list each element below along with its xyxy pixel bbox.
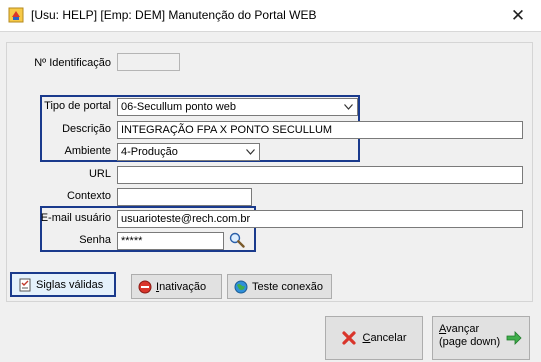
- avancar-text: Avançar (page down): [439, 323, 500, 349]
- email-label: E-mail usuário: [40, 212, 111, 224]
- id-label: Nº Identificação: [34, 57, 111, 69]
- contexto-input[interactable]: [117, 188, 252, 206]
- cancelar-button[interactable]: Cancelar: [325, 316, 423, 360]
- ambiente-value: 4-Produção: [121, 146, 178, 158]
- inativacao-button[interactable]: Inativação: [131, 274, 222, 299]
- url-label: URL: [88, 168, 111, 180]
- chevron-down-icon[interactable]: [340, 99, 357, 115]
- avancar-sublabel: (page down): [439, 336, 501, 348]
- tipo-portal-label: Tipo de portal: [44, 100, 111, 112]
- email-input[interactable]: usuarioteste@rech.com.br: [117, 210, 523, 228]
- id-field: [117, 53, 180, 71]
- avancar-label: Avançar: [439, 323, 500, 336]
- teste-conexao-button[interactable]: Teste conexão: [227, 274, 332, 299]
- search-icon: [229, 232, 245, 248]
- client-area: Nº Identificação Tipo de portal 06-Secul…: [0, 31, 541, 362]
- arrow-right-icon: [506, 331, 522, 345]
- checklist-icon: [19, 278, 31, 291]
- contexto-label: Contexto: [66, 190, 111, 202]
- avancar-button[interactable]: Avançar (page down): [432, 316, 530, 360]
- descricao-label: Descrição: [62, 123, 111, 135]
- descricao-input[interactable]: INTEGRAÇÃO FPA X PONTO SECULLUM: [117, 121, 523, 139]
- avancar-rest: vançar: [446, 323, 480, 335]
- cancel-x-icon: [342, 331, 357, 345]
- close-icon: ✕: [510, 5, 526, 25]
- cancelar-rest: ancelar: [370, 332, 407, 344]
- tipo-portal-combo[interactable]: 06-Secullum ponto web: [117, 98, 358, 116]
- inativacao-rest: nativação: [159, 280, 207, 293]
- senha-label: Senha: [79, 234, 111, 246]
- teste-conexao-label: Teste conexão: [252, 280, 323, 293]
- siglas-validas-label: Siglas válidas: [36, 278, 104, 291]
- ambiente-combo[interactable]: 4-Produção: [117, 143, 260, 161]
- globe-icon: [234, 280, 248, 293]
- url-input[interactable]: [117, 166, 523, 184]
- no-entry-icon: [138, 280, 152, 293]
- inativacao-label: Inativação: [156, 281, 206, 293]
- search-button[interactable]: [227, 231, 247, 249]
- cancelar-label: Cancelar: [362, 332, 406, 344]
- chevron-down-icon[interactable]: [242, 144, 259, 160]
- senha-input[interactable]: *****: [117, 232, 224, 250]
- app-icon: [8, 7, 24, 23]
- close-button[interactable]: ✕: [495, 0, 541, 31]
- siglas-validas-button[interactable]: Siglas válidas: [10, 272, 116, 297]
- ambiente-label: Ambiente: [64, 145, 111, 157]
- title-bar: [Usu: HELP] [Emp: DEM] Manutenção do Por…: [0, 0, 541, 31]
- window-title: [Usu: HELP] [Emp: DEM] Manutenção do Por…: [31, 8, 317, 22]
- tipo-portal-value: 06-Secullum ponto web: [121, 101, 236, 113]
